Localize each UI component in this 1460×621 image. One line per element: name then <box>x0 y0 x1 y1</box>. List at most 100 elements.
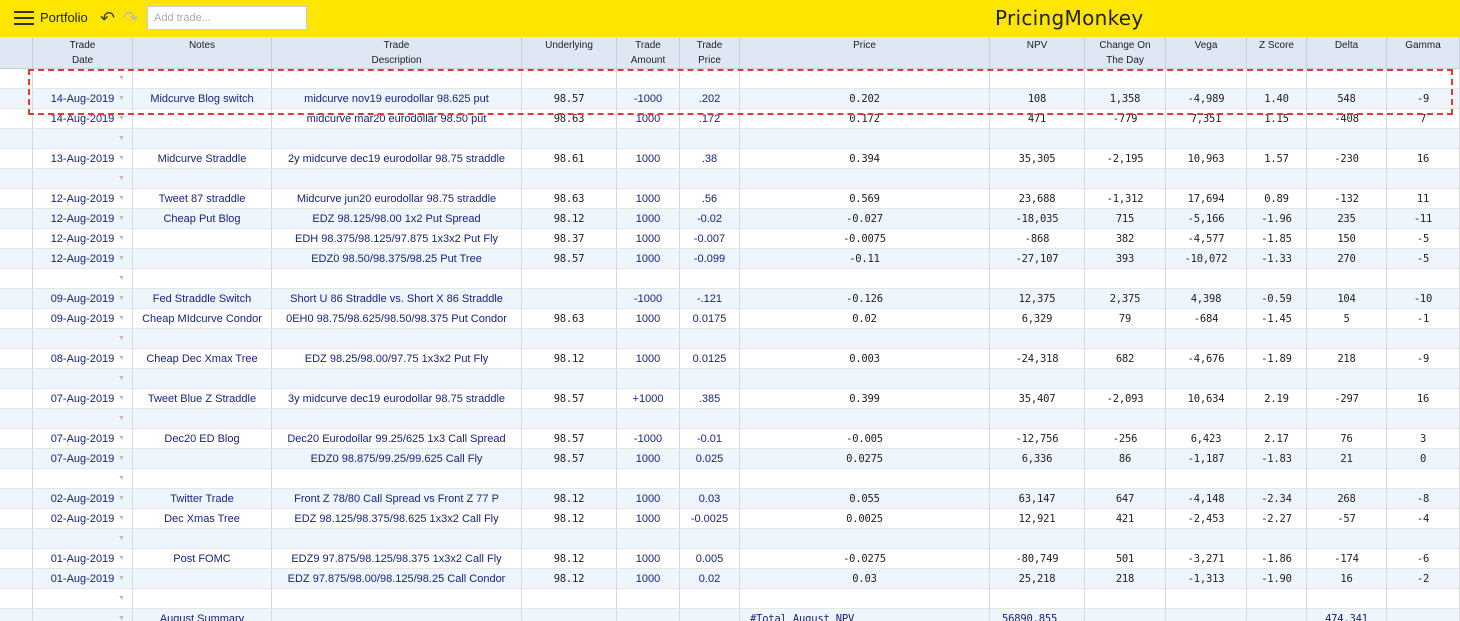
cell-tprice[interactable]: .38 <box>680 149 740 169</box>
cell-amt[interactable] <box>617 409 680 429</box>
cell-chg[interactable]: -2,195 <box>1085 149 1166 169</box>
cell-desc[interactable] <box>272 469 522 489</box>
cell-amt[interactable]: -1000 <box>617 89 680 109</box>
cell-chg[interactable] <box>1085 609 1166 621</box>
cell-price[interactable] <box>740 409 990 429</box>
cell-z[interactable]: -1.45 <box>1247 309 1307 329</box>
dropdown-arrow-icon[interactable]: ▼ <box>118 89 125 109</box>
cell-gamma[interactable] <box>1387 469 1460 489</box>
cell-chg[interactable] <box>1085 269 1166 289</box>
cell-chg[interactable]: -1,312 <box>1085 189 1166 209</box>
cell-und[interactable]: 98.63 <box>522 109 617 129</box>
cell-vega[interactable] <box>1166 609 1247 621</box>
table-row[interactable]: 01-Aug-2019 EDZ 97.875/98.00/98.125/98.25… <box>0 569 1460 589</box>
cell-tprice[interactable] <box>680 269 740 289</box>
cell-desc[interactable] <box>272 529 522 549</box>
cell-desc[interactable] <box>272 409 522 429</box>
cell-price[interactable]: -0.005 <box>740 429 990 449</box>
spacer-row[interactable]: ▼ <box>0 69 1460 89</box>
cell-npv[interactable]: 471 <box>990 109 1085 129</box>
cell-notes[interactable]: Twitter Trade <box>133 489 272 509</box>
cell-delta[interactable] <box>1307 169 1387 189</box>
cell-und[interactable]: 98.12 <box>522 489 617 509</box>
spacer-row[interactable]: ▼ <box>0 169 1460 189</box>
dropdown-arrow-icon[interactable]: ▼ <box>118 549 125 569</box>
cell-amt[interactable]: 1000 <box>617 449 680 469</box>
spacer-row[interactable]: ▼ <box>0 529 1460 549</box>
cell-vega[interactable]: 10,634 <box>1166 389 1247 409</box>
cell-amt[interactable]: -1000 <box>617 289 680 309</box>
cell-npv[interactable]: 12,375 <box>990 289 1085 309</box>
cell-desc[interactable] <box>272 169 522 189</box>
cell-notes[interactable] <box>133 529 272 549</box>
cell-z[interactable]: 2.17 <box>1247 429 1307 449</box>
cell-chg[interactable]: -779 <box>1085 109 1166 129</box>
cell-desc[interactable]: 2y midcurve dec19 eurodollar 98.75 strad… <box>272 149 522 169</box>
cell-und[interactable] <box>522 409 617 429</box>
cell-price[interactable]: -0.027 <box>740 209 990 229</box>
cell-und[interactable]: 98.37 <box>522 229 617 249</box>
cell-und[interactable] <box>522 289 617 309</box>
cell-npv[interactable]: -868 <box>990 229 1085 249</box>
cell-desc[interactable]: Short U 86 Straddle vs. Short X 86 Strad… <box>272 289 522 309</box>
cell-chg[interactable] <box>1085 529 1166 549</box>
dropdown-arrow-icon[interactable]: ▼ <box>118 189 125 209</box>
cell-tprice[interactable]: -0.099 <box>680 249 740 269</box>
cell-und[interactable]: 98.63 <box>522 189 617 209</box>
cell-tprice[interactable] <box>680 129 740 149</box>
cell-amt[interactable]: 1000 <box>617 569 680 589</box>
dropdown-arrow-icon[interactable]: ▼ <box>118 129 125 149</box>
table-row[interactable]: 09-Aug-2019 Fed Straddle Switch Short U 86… <box>0 289 1460 309</box>
dropdown-arrow-icon[interactable]: ▼ <box>118 209 125 229</box>
dropdown-arrow-icon[interactable]: ▼ <box>118 369 125 389</box>
cell-amt[interactable] <box>617 269 680 289</box>
cell-npv[interactable]: 63,147 <box>990 489 1085 509</box>
cell-desc[interactable]: Midcurve jun20 eurodollar 98.75 straddle <box>272 189 522 209</box>
cell-notes[interactable]: Tweet 87 straddle <box>133 189 272 209</box>
table-row[interactable]: 02-Aug-2019 Twitter Trade Front Z 78/80 Ca… <box>0 489 1460 509</box>
cell-gamma[interactable]: 0 <box>1387 449 1460 469</box>
cell-desc[interactable]: EDZ 98.125/98.00 1x2 Put Spread <box>272 209 522 229</box>
cell-delta[interactable]: -174 <box>1307 549 1387 569</box>
cell-desc[interactable] <box>272 269 522 289</box>
cell-tprice[interactable] <box>680 609 740 621</box>
cell-chg[interactable]: 2,375 <box>1085 289 1166 309</box>
cell-npv[interactable] <box>990 329 1085 349</box>
cell-z[interactable] <box>1247 589 1307 609</box>
cell-vega[interactable]: 6,423 <box>1166 429 1247 449</box>
cell-notes[interactable] <box>133 369 272 389</box>
cell-amt[interactable]: 1000 <box>617 509 680 529</box>
column-header-und[interactable]: Underlying <box>522 37 617 69</box>
cell-delta[interactable]: -57 <box>1307 509 1387 529</box>
cell-gamma[interactable]: -5 <box>1387 229 1460 249</box>
cell-price[interactable]: 0.003 <box>740 349 990 369</box>
cell-vega[interactable]: -4,676 <box>1166 349 1247 369</box>
cell-desc[interactable]: EDZ9 97.875/98.125/98.375 1x3x2 Call Fly <box>272 549 522 569</box>
cell-chg[interactable] <box>1085 409 1166 429</box>
cell-gamma[interactable] <box>1387 129 1460 149</box>
column-header-z[interactable]: Z Score <box>1247 37 1307 69</box>
cell-delta[interactable]: 218 <box>1307 349 1387 369</box>
cell-vega[interactable] <box>1166 269 1247 289</box>
cell-und[interactable] <box>522 329 617 349</box>
cell-z[interactable]: -2.27 <box>1247 509 1307 529</box>
cell-z[interactable]: -1.33 <box>1247 249 1307 269</box>
cell-gamma[interactable]: -5 <box>1387 249 1460 269</box>
cell-tprice[interactable] <box>680 169 740 189</box>
cell-vega[interactable] <box>1166 169 1247 189</box>
cell-z[interactable]: -0.59 <box>1247 289 1307 309</box>
cell-amt[interactable] <box>617 469 680 489</box>
cell-delta[interactable] <box>1307 329 1387 349</box>
cell-z[interactable]: -2.34 <box>1247 489 1307 509</box>
redo-icon[interactable]: ↷ <box>123 8 143 28</box>
dropdown-arrow-icon[interactable]: ▼ <box>118 389 125 409</box>
cell-chg[interactable]: -256 <box>1085 429 1166 449</box>
cell-delta[interactable]: -297 <box>1307 389 1387 409</box>
cell-chg[interactable] <box>1085 169 1166 189</box>
cell-delta[interactable]: 21 <box>1307 449 1387 469</box>
cell-und[interactable]: 98.12 <box>522 209 617 229</box>
cell-gamma[interactable] <box>1387 609 1460 621</box>
cell-vega[interactable] <box>1166 69 1247 89</box>
cell-amt[interactable]: 1000 <box>617 209 680 229</box>
table-row[interactable]: 09-Aug-2019 Cheap MIdcurve Condor 0EH0 98.… <box>0 309 1460 329</box>
